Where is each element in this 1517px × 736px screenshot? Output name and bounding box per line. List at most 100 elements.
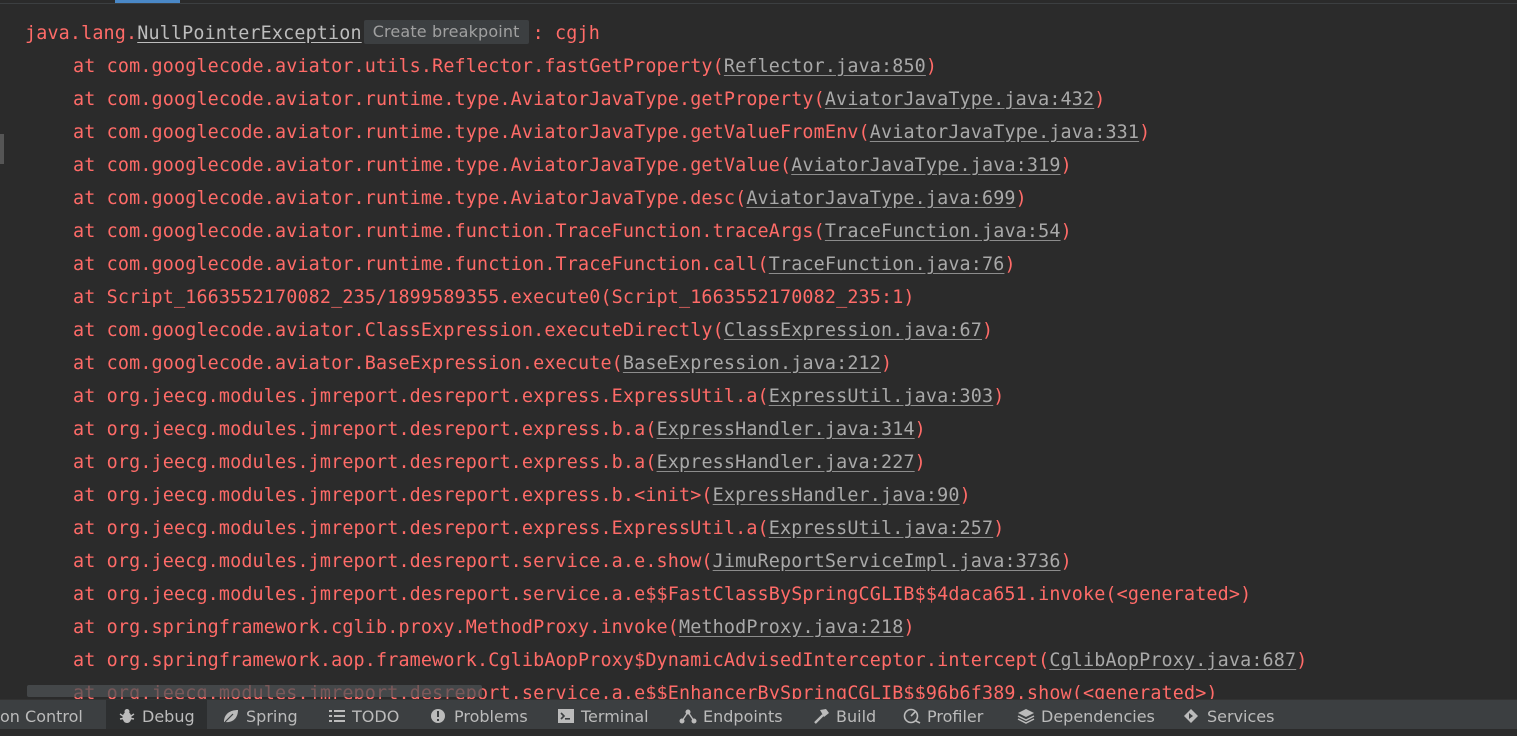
info-circle-icon — [430, 702, 448, 723]
tab-label: Spring — [246, 707, 298, 726]
stack-frame: at org.jeecg.modules.jmreport.desreport.… — [0, 446, 1517, 479]
stack-frame: at com.googlecode.aviator.runtime.functi… — [0, 215, 1517, 248]
frame-suffix: ) — [925, 56, 938, 77]
tab-spring[interactable]: Spring — [222, 700, 298, 729]
frame-suffix: ) — [1139, 122, 1151, 143]
tab-debug[interactable]: Debug — [106, 700, 207, 729]
source-link[interactable]: TraceFunction.java:76 — [769, 254, 1005, 275]
stack-frame: at com.googlecode.aviator.runtime.type.A… — [0, 83, 1517, 116]
frame-suffix: ) — [914, 419, 926, 440]
stack-frame: at org.jeecg.modules.jmreport.desreport.… — [0, 413, 1517, 446]
frame-suffix: ) — [993, 518, 1005, 539]
frame-text: at com.googlecode.aviator.runtime.type.A… — [73, 122, 870, 143]
stack-frame: at org.jeecg.modules.jmreport.desreport.… — [0, 380, 1517, 413]
frame-text: at org.jeecg.modules.jmreport.desreport.… — [73, 485, 713, 506]
tab-label: Profiler — [927, 707, 984, 726]
console-output[interactable]: java.lang.NullPointerException Create bre… — [0, 17, 1517, 699]
source-link[interactable]: AviatorJavaType.java:331 — [870, 122, 1139, 143]
stack-frame: at com.googlecode.aviator.ClassExpressio… — [0, 314, 1517, 347]
source-link[interactable]: JimuReportServiceImpl.java:3736 — [713, 551, 1061, 572]
stack-frame: at org.jeecg.modules.jmreport.desreport.… — [0, 545, 1517, 578]
stack-frame: at org.jeecg.modules.jmreport.desreport.… — [0, 512, 1517, 545]
frame-text: at org.jeecg.modules.jmreport.desreport.… — [73, 584, 1252, 605]
divider — [0, 3, 1517, 4]
bug-icon — [118, 702, 136, 723]
source-link[interactable]: AviatorJavaType.java:699 — [746, 188, 1015, 209]
source-link[interactable]: AviatorJavaType.java:432 — [825, 89, 1094, 110]
frame-text: at com.googlecode.aviator.runtime.functi… — [73, 254, 769, 275]
frame-text: at com.googlecode.aviator.runtime.type.A… — [73, 89, 825, 110]
source-link[interactable]: MethodProxy.java:218 — [679, 617, 903, 638]
source-link[interactable]: ExpressUtil.java:303 — [769, 386, 993, 407]
source-link[interactable]: ExpressUtil.java:257 — [769, 518, 993, 539]
exception-message: : cgjh — [532, 23, 600, 44]
tab-label: Terminal — [581, 707, 649, 726]
layers-icon — [1017, 702, 1035, 724]
tool-window-bar: on Control Debug Spring TODO Problems Te… — [0, 699, 1517, 729]
tab-label: TODO — [352, 707, 400, 726]
frame-text: at Script_1663552170082_235/1899589355.e… — [73, 287, 915, 308]
frame-suffix: ) — [914, 452, 926, 473]
frame-suffix: ) — [881, 353, 893, 374]
frame-text: at org.springframework.aop.framework.Cgl… — [73, 650, 1050, 671]
create-breakpoint-button[interactable]: Create breakpoint — [363, 20, 529, 44]
exception-line: java.lang.NullPointerException Create bre… — [0, 17, 1517, 50]
stack-frame: at org.jeecg.modules.jmreport.desreport.… — [0, 578, 1517, 611]
horizontal-scrollbar[interactable] — [27, 685, 482, 697]
tab-terminal[interactable]: Terminal — [557, 700, 649, 729]
frame-suffix: ) — [903, 617, 915, 638]
tab-endpoints[interactable]: Endpoints — [679, 700, 783, 729]
hammer-icon — [812, 702, 830, 724]
tab-build[interactable]: Build — [812, 700, 876, 729]
frame-text: at com.googlecode.aviator.runtime.type.A… — [73, 155, 792, 176]
stack-frame: at org.springframework.aop.framework.Cgl… — [0, 644, 1517, 677]
frame-text: at org.jeecg.modules.jmreport.desreport.… — [73, 452, 657, 473]
tab-dependencies[interactable]: Dependencies — [1017, 700, 1155, 729]
frame-suffix: ) — [1060, 221, 1072, 242]
tab-label: on Control — [0, 707, 83, 726]
tab-profiler[interactable]: Profiler — [903, 700, 983, 729]
exception-prefix: java.lang. — [25, 23, 138, 44]
frame-text: at org.jeecg.modules.jmreport.desreport.… — [73, 518, 769, 539]
frame-text: at com.googlecode.aviator.runtime.functi… — [73, 221, 825, 242]
frame-text: at org.jeecg.modules.jmreport.desreport.… — [73, 386, 769, 407]
stack-frame: at com.googlecode.aviator.runtime.functi… — [0, 248, 1517, 281]
stack-frame: at com.googlecode.aviator.BaseExpression… — [0, 347, 1517, 380]
exception-class-link[interactable]: NullPointerException — [137, 23, 361, 44]
source-link[interactable]: CglibAopProxy.java:687 — [1049, 650, 1296, 671]
tab-todo[interactable]: TODO — [328, 700, 399, 729]
source-link[interactable]: Reflector.java:850 — [724, 56, 926, 77]
source-link[interactable]: ExpressHandler.java:90 — [713, 485, 960, 506]
tab-label: Debug — [142, 707, 195, 726]
frame-text: at com.googlecode.aviator.BaseExpression… — [73, 353, 623, 374]
frame-text: at org.jeecg.modules.jmreport.desreport.… — [73, 551, 713, 572]
terminal-icon — [557, 702, 575, 723]
tab-label: Dependencies — [1041, 707, 1155, 726]
source-link[interactable]: BaseExpression.java:212 — [623, 353, 881, 374]
spring-leaf-icon — [222, 702, 240, 723]
source-link[interactable]: ExpressHandler.java:314 — [657, 419, 915, 440]
frame-text: at com.googlecode.aviator.utils.Reflecto… — [73, 56, 724, 77]
frame-suffix: ) — [1015, 188, 1027, 209]
frame-text: at org.springframework.cglib.proxy.Metho… — [73, 617, 679, 638]
tab-label: Endpoints — [703, 707, 783, 726]
tab-services[interactable]: Services — [1183, 700, 1274, 729]
stack-frame: at org.jeecg.modules.jmreport.desreport.… — [0, 479, 1517, 512]
frame-suffix: ) — [1060, 551, 1072, 572]
stack-frame: at com.googlecode.aviator.runtime.type.A… — [0, 116, 1517, 149]
tab-label: Services — [1207, 707, 1275, 726]
frame-suffix: ) — [1094, 89, 1106, 110]
source-link[interactable]: ClassExpression.java:67 — [724, 320, 982, 341]
stack-frame: at org.springframework.cglib.proxy.Metho… — [0, 611, 1517, 644]
stack-frame: at com.googlecode.aviator.runtime.type.A… — [0, 149, 1517, 182]
frame-suffix: ) — [993, 386, 1005, 407]
stack-frame: at com.googlecode.aviator.utils.Reflecto… — [0, 50, 1517, 83]
source-link[interactable]: ExpressHandler.java:227 — [657, 452, 915, 473]
frame-suffix: ) — [1004, 254, 1016, 275]
list-icon — [328, 702, 346, 722]
frame-suffix: ) — [959, 485, 971, 506]
tab-problems[interactable]: Problems — [430, 700, 528, 729]
source-link[interactable]: AviatorJavaType.java:319 — [791, 155, 1060, 176]
source-link[interactable]: TraceFunction.java:54 — [825, 221, 1061, 242]
tab-version-control[interactable]: on Control — [0, 700, 104, 729]
